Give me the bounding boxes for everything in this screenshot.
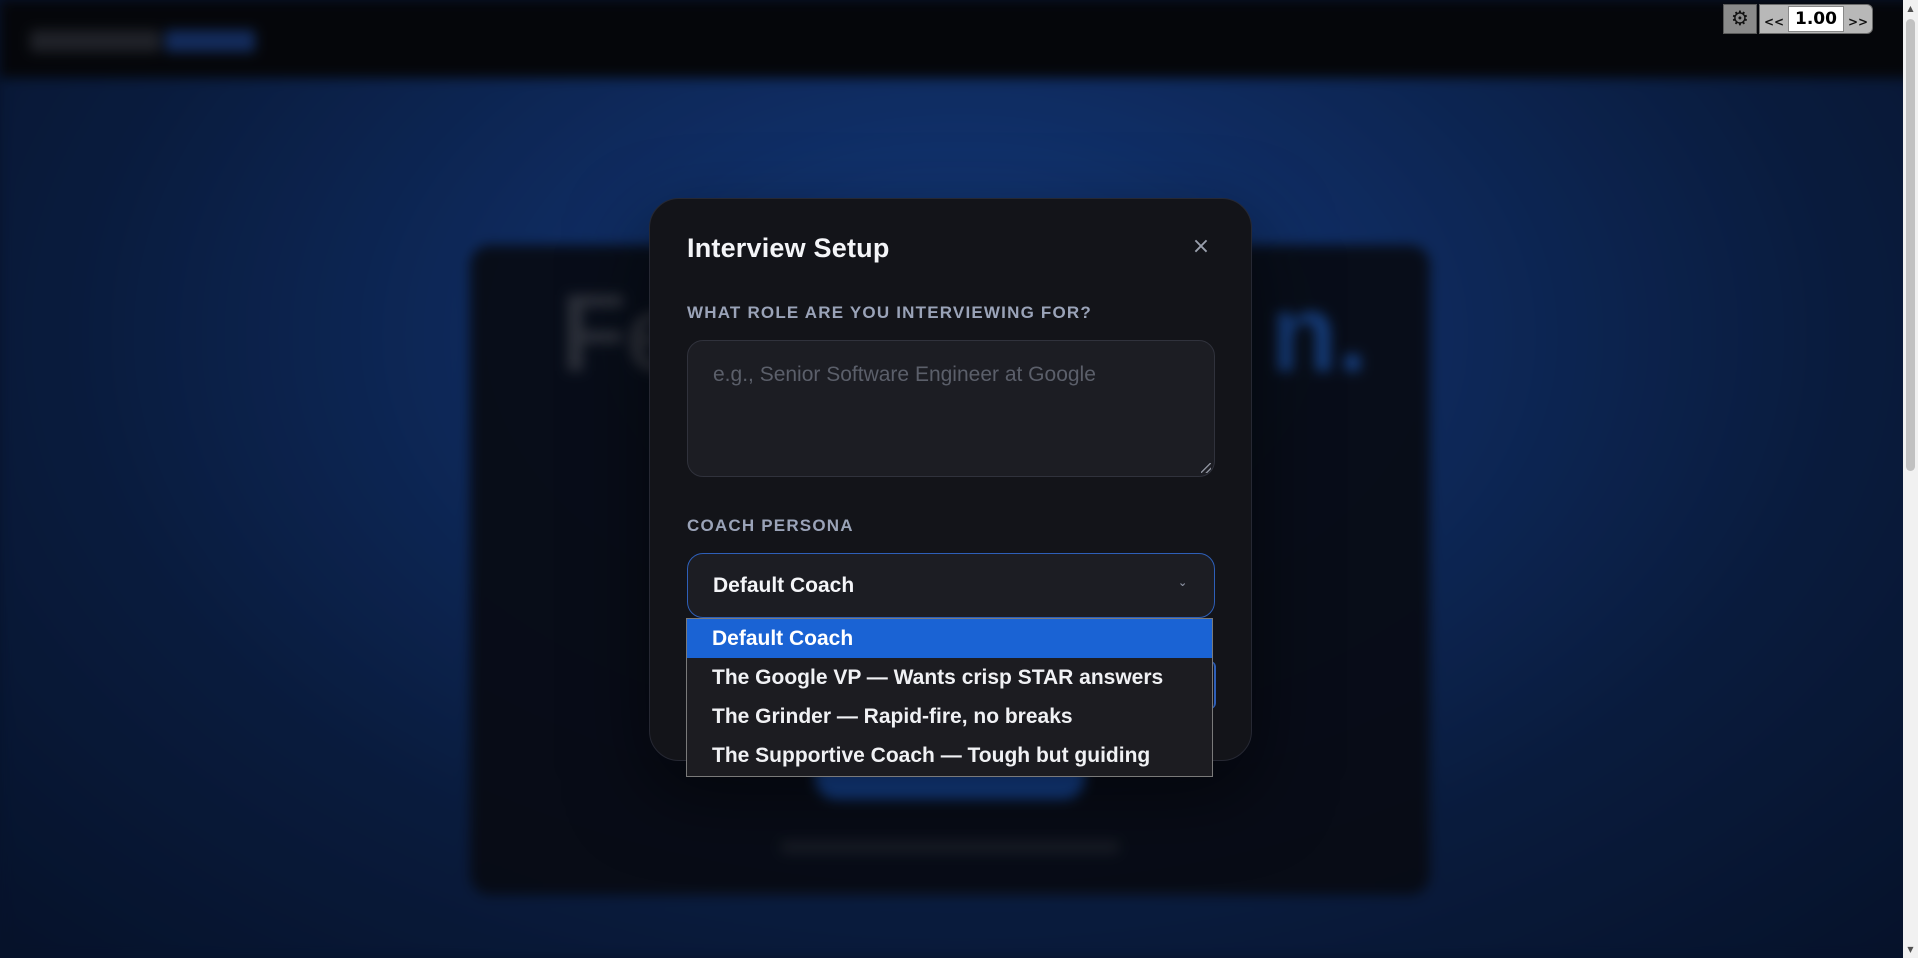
prev-button[interactable]: <<: [1760, 5, 1788, 33]
persona-field-label: Coach Persona: [687, 516, 854, 535]
persona-dropdown-list: Default Coach The Google VP — Wants cris…: [686, 618, 1213, 777]
next-button[interactable]: >>: [1844, 5, 1872, 33]
modal-title: Interview Setup: [687, 233, 890, 263]
role-input[interactable]: [687, 340, 1215, 477]
playback-control: ⚙ << 1.00 >>: [1723, 4, 1873, 34]
close-icon[interactable]: ×: [1191, 236, 1211, 258]
scroll-up-arrow-icon[interactable]: ▲: [1903, 0, 1918, 17]
speed-control: << 1.00 >>: [1759, 4, 1873, 34]
dropdown-option-google-vp[interactable]: The Google VP — Wants crisp STAR answers: [687, 658, 1212, 697]
dropdown-option-grinder[interactable]: The Grinder — Rapid-fire, no breaks: [687, 697, 1212, 736]
dropdown-option-supportive-coach[interactable]: The Supportive Coach — Tough but guiding: [687, 736, 1212, 775]
page-scrollbar[interactable]: ▲ ▼: [1903, 0, 1918, 958]
coach-persona-select[interactable]: Default Coach ⌄: [687, 553, 1215, 618]
dropdown-option-default-coach[interactable]: Default Coach: [687, 619, 1212, 658]
chevron-down-icon: ⌄: [1178, 576, 1188, 589]
textarea-resize-handle-icon[interactable]: [1201, 463, 1211, 473]
scroll-down-arrow-icon[interactable]: ▼: [1903, 941, 1918, 958]
role-field-label: What role are you interviewing for?: [687, 303, 1092, 322]
scrollbar-thumb[interactable]: [1906, 19, 1915, 471]
gear-icon[interactable]: ⚙: [1723, 4, 1757, 34]
speed-value[interactable]: 1.00: [1788, 6, 1844, 32]
persona-select-value: Default Coach: [713, 573, 855, 597]
